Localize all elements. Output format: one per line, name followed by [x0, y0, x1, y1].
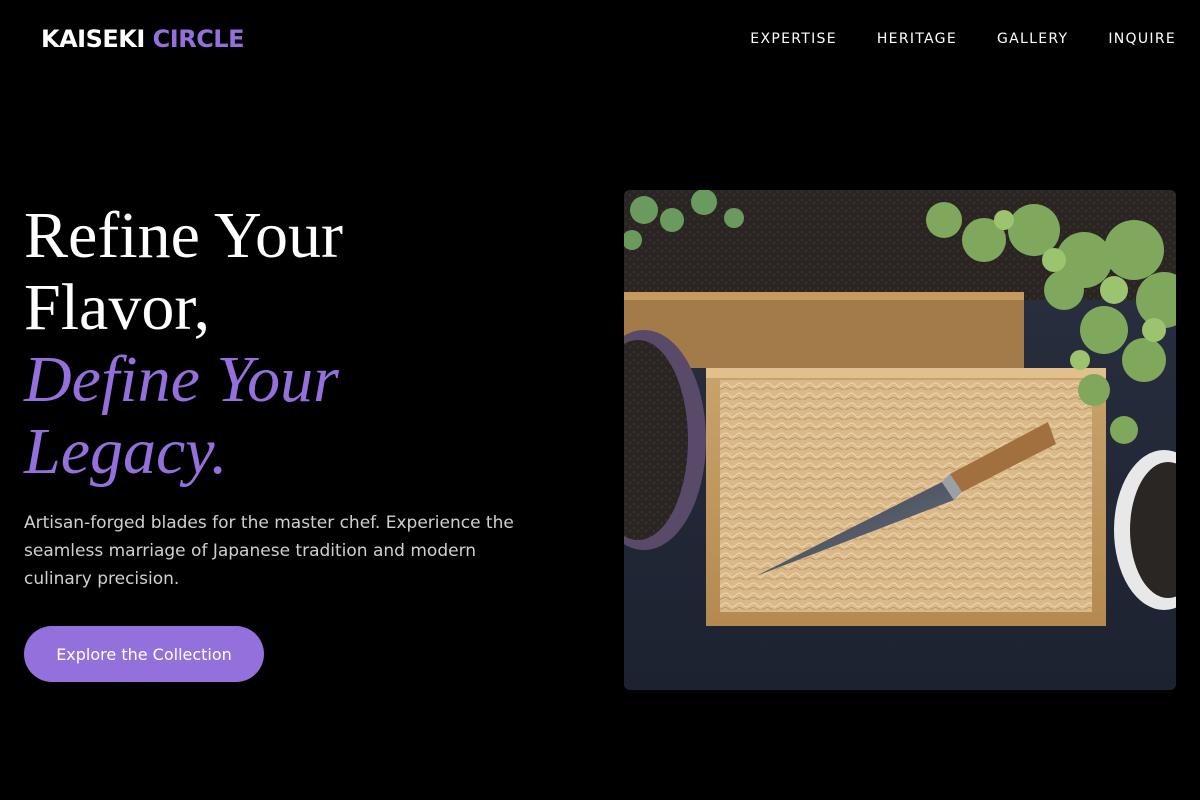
site-header: KAISEKI CIRCLE EXPERTISE HERITAGE GALLER…	[0, 0, 1200, 80]
hero-description: Artisan-forged blades for the master che…	[24, 513, 514, 589]
headline-accent-line-1: Define Your	[24, 343, 339, 416]
nav-item-inquire[interactable]: INQUIRE	[1108, 29, 1176, 49]
headline-accent-line-2: Legacy.	[24, 415, 228, 488]
headline-line-1: Refine Your	[24, 199, 344, 272]
explore-collection-button[interactable]: Explore the Collection	[24, 626, 264, 682]
headline-line-2: Flavor,	[24, 271, 211, 344]
hero-copy: Refine Your Flavor, Define Your Legacy. …	[24, 200, 584, 593]
nav-item-expertise[interactable]: EXPERTISE	[750, 29, 837, 49]
brand-name-primary: KAISEKI	[41, 25, 145, 53]
brand-logo[interactable]: KAISEKI CIRCLE	[41, 24, 245, 54]
brand-name-accent: CIRCLE	[152, 25, 245, 53]
knife-in-crate-photo	[624, 190, 1176, 690]
nav-item-gallery[interactable]: GALLERY	[997, 29, 1068, 49]
nav-item-heritage[interactable]: HERITAGE	[877, 29, 957, 49]
hero-image	[624, 190, 1176, 690]
hero-headline: Refine Your Flavor, Define Your Legacy.	[24, 200, 584, 488]
main-nav: EXPERTISE HERITAGE GALLERY INQUIRE	[750, 29, 1176, 49]
